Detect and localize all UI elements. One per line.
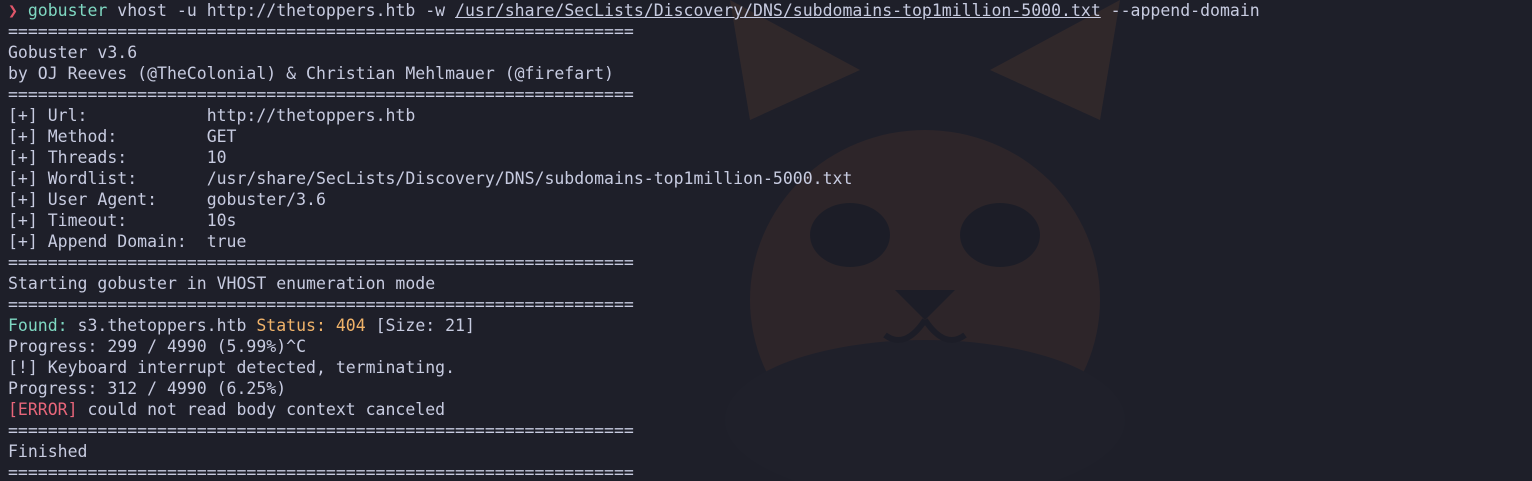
separator: ========================================… (8, 295, 634, 314)
found-host: s3.thetoppers.htb (67, 316, 257, 335)
config-key: [+] User Agent: (8, 190, 207, 209)
progress-line: Progress: 299 / 4990 (5.99%)^C (8, 337, 307, 356)
config-value: /usr/share/SecLists/Discovery/DNS/subdom… (206, 169, 853, 188)
config-key: [+] Wordlist: (8, 169, 207, 188)
config-row-url: [+] Url: http://thetoppers.htb (8, 105, 1260, 126)
found-line: Found: s3.thetoppers.htb Status: 404 [Si… (8, 315, 1260, 336)
terminal-window[interactable]: ❯ gobuster vhost -u http://thetoppers.ht… (0, 0, 1532, 481)
status-label: Status: (256, 316, 326, 335)
config-row-append-domain: [+] Append Domain: true (8, 231, 1260, 252)
prompt-icon: ❯ (8, 1, 18, 20)
config-key: [+] Url: (8, 106, 207, 125)
command-args: vhost -u http://thetoppers.htb -w (107, 1, 456, 20)
found-label: Found: (8, 316, 68, 335)
config-key: [+] Timeout: (8, 211, 207, 230)
status-code: 404 (325, 316, 366, 335)
config-value: 10s (206, 211, 237, 230)
terminal-output[interactable]: ❯ gobuster vhost -u http://thetoppers.ht… (8, 0, 1260, 481)
separator: ========================================… (8, 253, 634, 272)
separator: ========================================… (8, 22, 634, 41)
banner-title: Gobuster v3.6 (8, 43, 138, 62)
config-value: GET (206, 127, 237, 146)
command-line: ❯ gobuster vhost -u http://thetoppers.ht… (8, 0, 1260, 21)
mode-line: Starting gobuster in VHOST enumeration m… (8, 274, 436, 293)
config-value: 10 (206, 148, 227, 167)
error-tag: [ERROR] (8, 400, 78, 419)
config-row-method: [+] Method: GET (8, 126, 1260, 147)
config-row-user-agent: [+] User Agent: gobuster/3.6 (8, 189, 1260, 210)
command-program: gobuster (27, 1, 108, 20)
separator: ========================================… (8, 85, 634, 104)
error-message: could not read body context canceled (77, 400, 446, 419)
config-value: true (206, 232, 247, 251)
command-args-tail: --append-domain (1100, 1, 1260, 20)
config-key: [+] Method: (8, 127, 207, 146)
config-value: http://thetoppers.htb (206, 106, 416, 125)
config-key: [+] Threads: (8, 148, 207, 167)
config-row-threads: [+] Threads: 10 (8, 147, 1260, 168)
finished-line: Finished (8, 442, 88, 461)
banner-authors: by OJ Reeves (@TheColonial) & Christian … (8, 64, 614, 83)
separator: ========================================… (8, 421, 634, 440)
interrupt-line: [!] Keyboard interrupt detected, termina… (8, 358, 456, 377)
found-size: [Size: 21] (365, 316, 475, 335)
separator: ========================================… (8, 463, 634, 481)
config-row-wordlist: [+] Wordlist: /usr/share/SecLists/Discov… (8, 168, 1260, 189)
progress-line: Progress: 312 / 4990 (6.25%) (8, 379, 287, 398)
config-row-timeout: [+] Timeout: 10s (8, 210, 1260, 231)
wordlist-path-link[interactable]: /usr/share/SecLists/Discovery/DNS/subdom… (455, 1, 1101, 20)
config-value: gobuster/3.6 (206, 190, 326, 209)
error-line: [ERROR] could not read body context canc… (8, 399, 1260, 420)
config-key: [+] Append Domain: (8, 232, 207, 251)
